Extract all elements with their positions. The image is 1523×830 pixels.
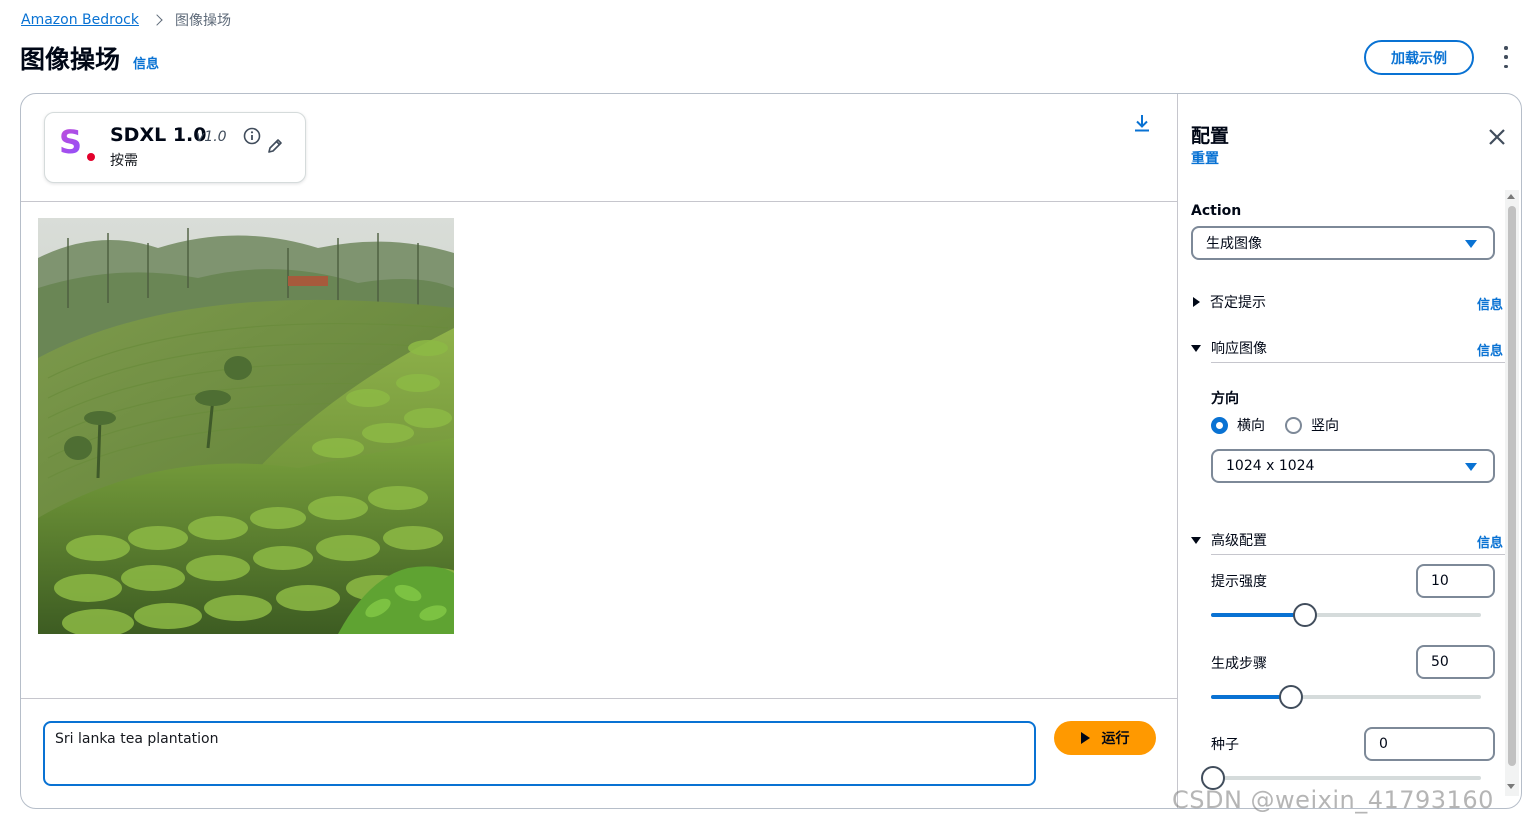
reset-link[interactable]: 重置 [1191, 148, 1219, 168]
divider [1211, 554, 1505, 555]
config-title: 配置 [1191, 125, 1230, 147]
advanced-config-expander[interactable]: 高级配置 信息 [1191, 529, 1503, 551]
more-options-icon[interactable] [1500, 46, 1512, 68]
response-image-expander[interactable]: 响应图像 信息 [1191, 337, 1503, 359]
caret-down-icon [1465, 240, 1477, 248]
orientation-landscape-radio[interactable] [1211, 416, 1228, 434]
generated-image[interactable] [38, 218, 454, 634]
slider-thumb[interactable] [1279, 685, 1304, 709]
action-select[interactable]: 生成图像 [1191, 226, 1495, 260]
seed-label: 种子 [1211, 737, 1239, 753]
config-panel: 配置 重置 Action 生成图像 否定提示 信息 响应图像 信息 方向 横向 … [1178, 94, 1521, 808]
stability-logo-icon: S [59, 123, 99, 167]
chevron-right-icon [151, 14, 163, 26]
action-select-value: 生成图像 [1206, 236, 1262, 252]
load-examples-button[interactable]: 加载示例 [1364, 40, 1474, 75]
negative-prompt-label: 否定提示 [1210, 295, 1266, 311]
advanced-config-info-link[interactable]: 信息 [1477, 532, 1503, 551]
action-label: Action [1191, 203, 1242, 219]
run-button[interactable]: 运行 [1054, 721, 1156, 755]
negative-prompt-expander[interactable]: 否定提示 信息 [1191, 291, 1503, 313]
scroll-up-icon[interactable] [1507, 194, 1515, 199]
breadcrumb-link-bedrock[interactable]: Amazon Bedrock [21, 12, 139, 28]
scroll-down-icon[interactable] [1507, 784, 1515, 789]
breadcrumb: Amazon Bedrock 图像操场 [21, 10, 231, 30]
info-icon[interactable] [243, 127, 261, 145]
prompt-strength-input[interactable]: 10 [1416, 564, 1495, 598]
caret-down-icon [1191, 344, 1201, 352]
model-card[interactable]: S SDXL 1.0 v1.0 按需 [44, 112, 306, 183]
orientation-portrait-radio[interactable] [1285, 416, 1302, 434]
watermark: CSDN @weixin_41793160 [1172, 786, 1494, 814]
close-icon[interactable] [1488, 128, 1506, 146]
model-version: v1.0 [196, 129, 227, 145]
negative-prompt-info-link[interactable]: 信息 [1477, 294, 1503, 313]
image-size-select[interactable]: 1024 x 1024 [1211, 449, 1495, 483]
orientation-label: 方向 [1211, 391, 1239, 407]
image-size-value: 1024 x 1024 [1226, 458, 1315, 474]
page-info-link[interactable]: 信息 [133, 53, 159, 72]
advanced-config-label: 高级配置 [1211, 533, 1267, 549]
response-image-label: 响应图像 [1211, 341, 1267, 357]
steps-input[interactable]: 50 [1416, 645, 1495, 679]
caret-down-icon [1465, 463, 1477, 471]
prompt-input[interactable] [43, 721, 1036, 786]
orientation-option-label[interactable]: 竖向 [1311, 415, 1339, 435]
slider-thumb[interactable] [1292, 603, 1317, 627]
model-name: SDXL 1.0 [110, 124, 207, 146]
slider-fill [1211, 613, 1303, 617]
output-area: S SDXL 1.0 v1.0 按需 Sri lanka tea plantat… [21, 94, 1178, 808]
response-image-info-link[interactable]: 信息 [1477, 340, 1503, 359]
scrollbar-thumb[interactable] [1508, 206, 1516, 766]
seed-slider[interactable] [1201, 766, 1481, 790]
prompt-strength-value: 10 [1431, 573, 1449, 589]
prompt-strength-slider[interactable] [1211, 603, 1481, 627]
steps-value: 50 [1431, 654, 1449, 670]
caret-down-icon [1191, 536, 1201, 544]
orientation-radio-group: 横向 竖向 [1211, 415, 1359, 435]
orientation-option-label[interactable]: 横向 [1237, 415, 1265, 435]
divider [21, 698, 1178, 699]
download-icon[interactable] [1132, 113, 1152, 133]
steps-slider[interactable] [1211, 685, 1481, 709]
playground-panel: S SDXL 1.0 v1.0 按需 Sri lanka tea plantat… [20, 93, 1522, 809]
page-title: 图像操场 [20, 45, 121, 74]
model-pricing: 按需 [110, 153, 138, 169]
divider [1211, 362, 1505, 363]
divider [21, 201, 1178, 202]
seed-value: 0 [1379, 736, 1388, 752]
seed-input[interactable]: 0 [1364, 727, 1495, 761]
run-button-label: 运行 [1101, 731, 1130, 747]
edit-icon[interactable] [266, 137, 284, 155]
prompt-strength-label: 提示强度 [1211, 574, 1267, 590]
caret-right-icon [1193, 297, 1200, 307]
steps-label: 生成步骤 [1211, 656, 1267, 672]
slider-fill [1211, 695, 1290, 699]
play-icon [1080, 732, 1090, 744]
breadcrumb-current: 图像操场 [174, 13, 231, 29]
